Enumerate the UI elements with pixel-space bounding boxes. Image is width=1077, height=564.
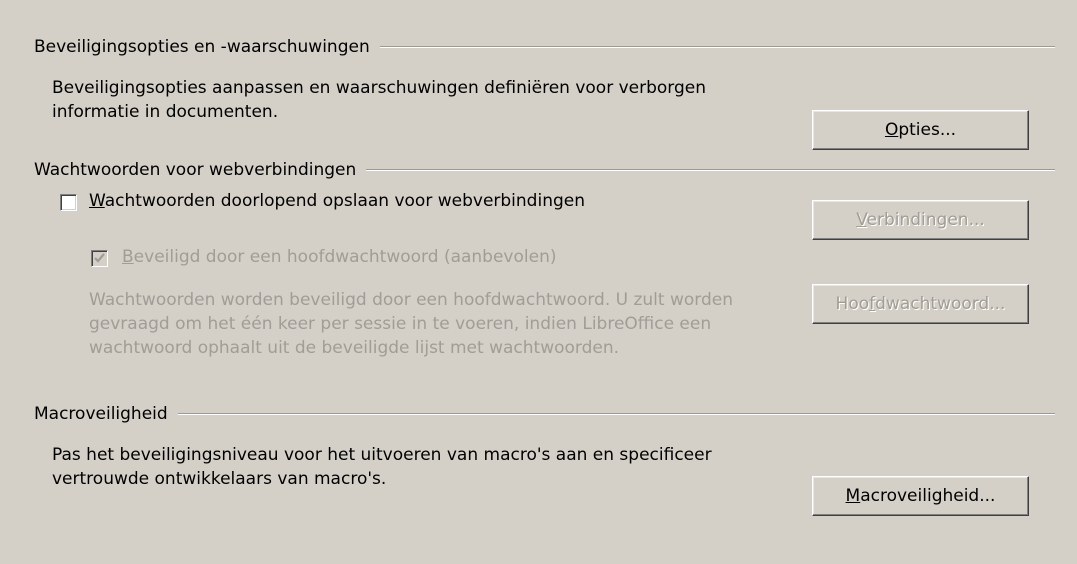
master-password-checkbox[interactable] — [91, 250, 108, 267]
persist-passwords-checkbox[interactable] — [60, 194, 77, 211]
macro-security-header: Macroveiligheid — [34, 403, 1055, 425]
master-password-button[interactable]: Hoofdwachtwoord... — [812, 284, 1029, 324]
web-passwords-header: Wachtwoorden voor webverbindingen — [34, 159, 1055, 181]
security-options-description: Beveiligingsopties aanpassen en waarschu… — [52, 78, 707, 122]
security-options-title: Beveiligingsopties en -waarschuwingen — [34, 37, 370, 57]
connections-button-mnemonic: V — [856, 210, 867, 230]
options-button[interactable]: Opties... — [812, 110, 1029, 150]
connections-button-label: erbindingen... — [866, 210, 985, 230]
macro-security-title: Macroveiligheid — [34, 404, 168, 424]
macro-security-description: Pas het beveiligingsniveau voor het uitv… — [52, 445, 712, 489]
macro-security-button[interactable]: Macroveiligheid... — [812, 476, 1029, 516]
macro-security-divider — [177, 413, 1055, 415]
persist-passwords-label-text: achtwoorden doorlopend opslaan voor webv… — [104, 191, 585, 211]
options-button-label: pties... — [898, 120, 957, 140]
persist-passwords-label[interactable]: Wachtwoorden doorlopend opslaan voor web… — [89, 189, 585, 213]
master-password-mnemonic: B — [122, 247, 134, 267]
master-password-button-pre: Hoo — [835, 294, 870, 314]
macro-security-button-mnemonic: M — [845, 486, 861, 506]
persist-passwords-mnemonic: W — [89, 191, 105, 211]
options-button-mnemonic: O — [884, 120, 899, 140]
web-passwords-title: Wachtwoorden voor webverbindingen — [34, 160, 357, 180]
security-options-divider — [379, 46, 1055, 48]
master-password-label[interactable]: Beveiligd door een hoofdwachtwoord (aanb… — [122, 245, 556, 269]
web-passwords-divider — [366, 169, 1055, 171]
security-options-header: Beveiligingsopties en -waarschuwingen — [34, 36, 1055, 58]
master-password-button-label: dwachtwoord... — [875, 294, 1006, 314]
macro-security-button-label: acroveiligheid... — [860, 486, 996, 506]
master-password-label-text: eveiligd door een hoofdwachtwoord (aanbe… — [133, 247, 557, 267]
checkmark-icon — [94, 253, 105, 263]
master-password-description: Wachtwoorden worden beveiligd door een h… — [89, 290, 733, 358]
connections-button[interactable]: Verbindingen... — [812, 200, 1029, 240]
